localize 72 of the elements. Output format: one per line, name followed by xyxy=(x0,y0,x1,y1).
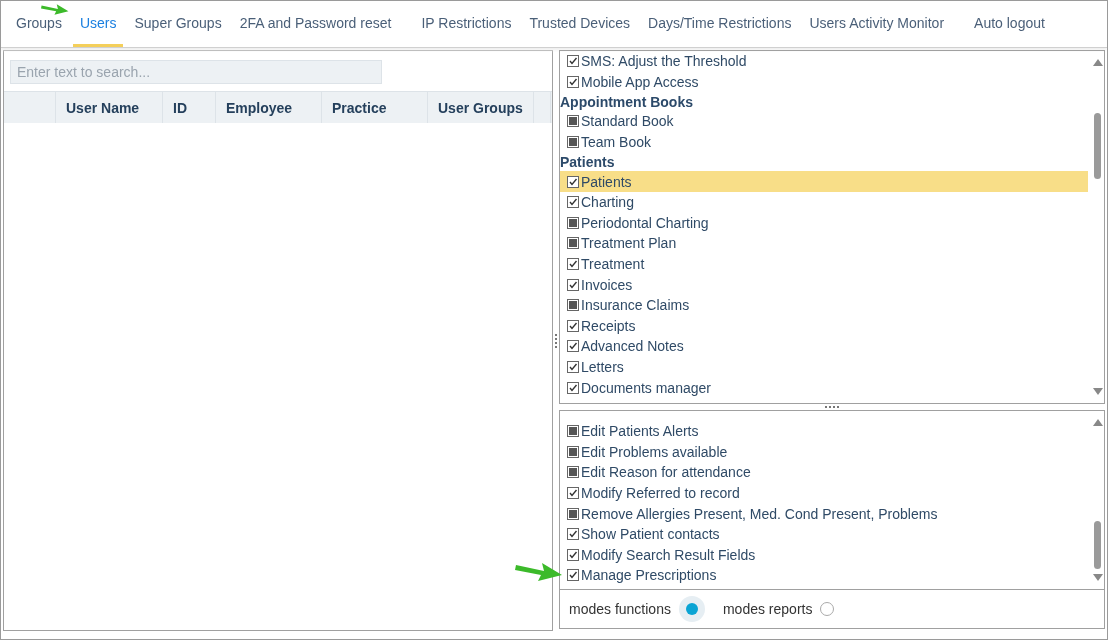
permission-label: Team Book xyxy=(581,134,652,151)
permission-label: Periodontal Charting xyxy=(581,214,709,231)
tab[interactable]: Groups xyxy=(9,1,69,47)
permission-label: Standard Book xyxy=(581,113,674,130)
function-label: Edit Reason for attendance xyxy=(581,464,751,481)
checkbox[interactable] xyxy=(567,569,579,582)
checkbox[interactable] xyxy=(567,278,579,291)
radio-label: modes functions xyxy=(569,601,671,617)
checkbox[interactable] xyxy=(567,115,579,128)
permission-label: Documents manager xyxy=(581,379,711,396)
tab[interactable]: Users xyxy=(72,1,124,47)
permission-label: Charting xyxy=(581,194,634,211)
checkbox[interactable] xyxy=(567,528,579,541)
scrollbar-thumb[interactable] xyxy=(1094,113,1101,179)
checkbox[interactable] xyxy=(567,216,579,229)
checkbox[interactable] xyxy=(567,196,579,209)
column-header[interactable]: ID xyxy=(163,92,216,123)
permission-label: Invoices xyxy=(581,276,633,293)
checkbox[interactable] xyxy=(567,507,579,520)
scrollbar-thumb[interactable] xyxy=(1094,521,1101,569)
checkbox[interactable] xyxy=(567,299,579,312)
search-field[interactable]: Enter text to search... xyxy=(10,60,382,84)
tab[interactable]: Auto logout xyxy=(967,1,1052,47)
checkbox[interactable] xyxy=(567,175,579,188)
scroll-up-icon[interactable] xyxy=(1093,59,1103,66)
checkbox[interactable] xyxy=(567,487,579,500)
checkbox[interactable] xyxy=(567,55,579,68)
checkbox[interactable] xyxy=(567,319,579,332)
tab[interactable]: 2FA and Password reset xyxy=(232,1,399,47)
checkbox[interactable] xyxy=(567,445,579,458)
checkbox[interactable] xyxy=(567,75,579,88)
column-header[interactable]: User Groups xyxy=(428,92,534,123)
permission-label: Patients xyxy=(581,173,632,190)
function-label: Modify Referred to record xyxy=(581,485,740,502)
checkbox[interactable] xyxy=(567,548,579,561)
permission-label: Treatment Plan xyxy=(581,235,677,252)
permission-label: Receipts xyxy=(581,317,636,334)
permission-label: Mobile App Access xyxy=(581,73,699,90)
column-header[interactable]: Employee xyxy=(216,92,322,123)
scroll-up-icon[interactable] xyxy=(1093,419,1103,426)
checkbox[interactable] xyxy=(567,361,579,373)
permission-label: Treatment xyxy=(581,256,645,273)
checkbox[interactable] xyxy=(567,425,579,438)
function-label: Modify Search Result Fields xyxy=(581,546,756,563)
tab[interactable]: Users Activity Monitor xyxy=(802,1,952,47)
permission-label: Insurance Claims xyxy=(581,297,690,314)
checkbox[interactable] xyxy=(567,466,579,479)
permission-label: Letters xyxy=(581,359,624,375)
section-header: Appointment Books xyxy=(560,92,694,112)
scroll-down-icon[interactable] xyxy=(1093,574,1103,581)
checkbox[interactable] xyxy=(567,136,579,149)
function-label: Edit Patients Alerts xyxy=(581,423,699,440)
tab[interactable]: IP Restrictions xyxy=(414,1,519,47)
checkbox[interactable] xyxy=(567,237,579,250)
permission-label: SMS: Adjust the Threshold xyxy=(581,53,747,70)
function-label: Manage Prescriptions xyxy=(581,567,717,584)
function-label: Show Patient contacts xyxy=(581,526,720,543)
scroll-down-icon[interactable] xyxy=(1093,388,1103,395)
column-header[interactable]: Practice xyxy=(322,92,428,123)
section-header: Patients xyxy=(560,152,616,172)
radio-button[interactable] xyxy=(678,596,705,622)
tab[interactable]: Days/Time Restrictions xyxy=(641,1,799,47)
tab[interactable]: Trusted Devices xyxy=(522,1,638,47)
column-header[interactable]: User Name xyxy=(56,92,163,123)
function-label: Edit Problems available xyxy=(581,443,728,460)
checkbox[interactable] xyxy=(567,381,579,394)
tab[interactable]: Super Groups xyxy=(127,1,229,47)
permission-label: Advanced Notes xyxy=(581,338,684,355)
checkbox[interactable] xyxy=(567,258,579,271)
radio-label: modes reports xyxy=(722,601,813,617)
checkbox[interactable] xyxy=(567,340,579,353)
function-label: Remove Allergies Present, Med. Cond Present, Problems xyxy=(581,505,938,522)
